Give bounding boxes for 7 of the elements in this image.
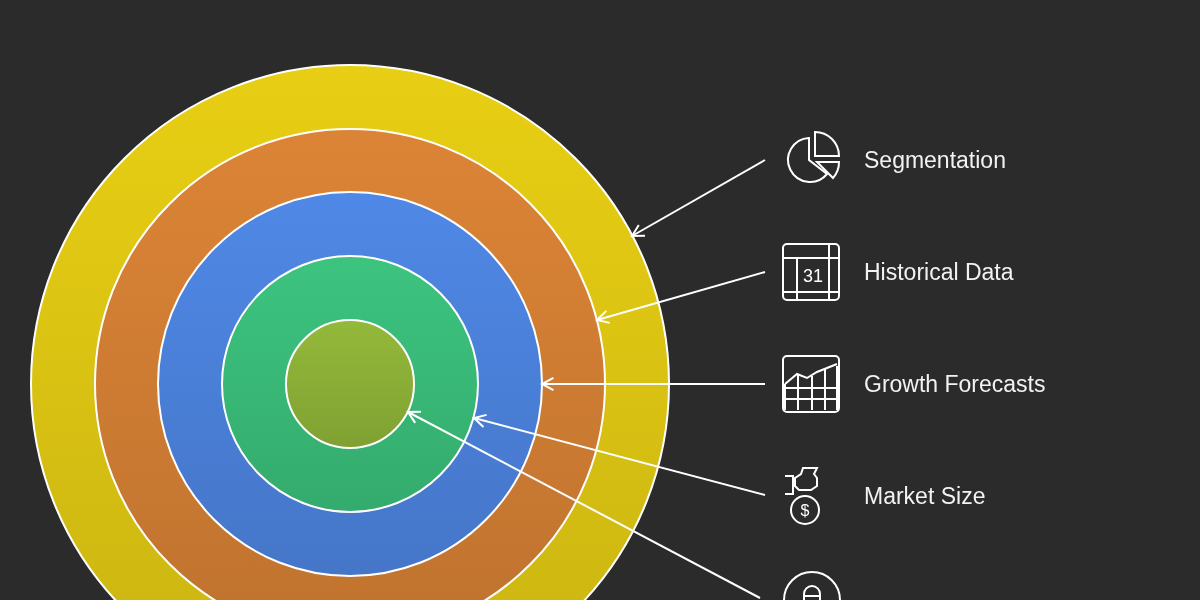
label: Market Size bbox=[864, 481, 986, 511]
label: Segmentation bbox=[864, 145, 1006, 175]
chart-icon bbox=[780, 353, 842, 415]
label: Growth Forecasts bbox=[864, 369, 1046, 399]
calendar-icon: 31 bbox=[780, 241, 842, 303]
circle-icon bbox=[783, 571, 841, 600]
label: Historical Data bbox=[864, 257, 1014, 287]
